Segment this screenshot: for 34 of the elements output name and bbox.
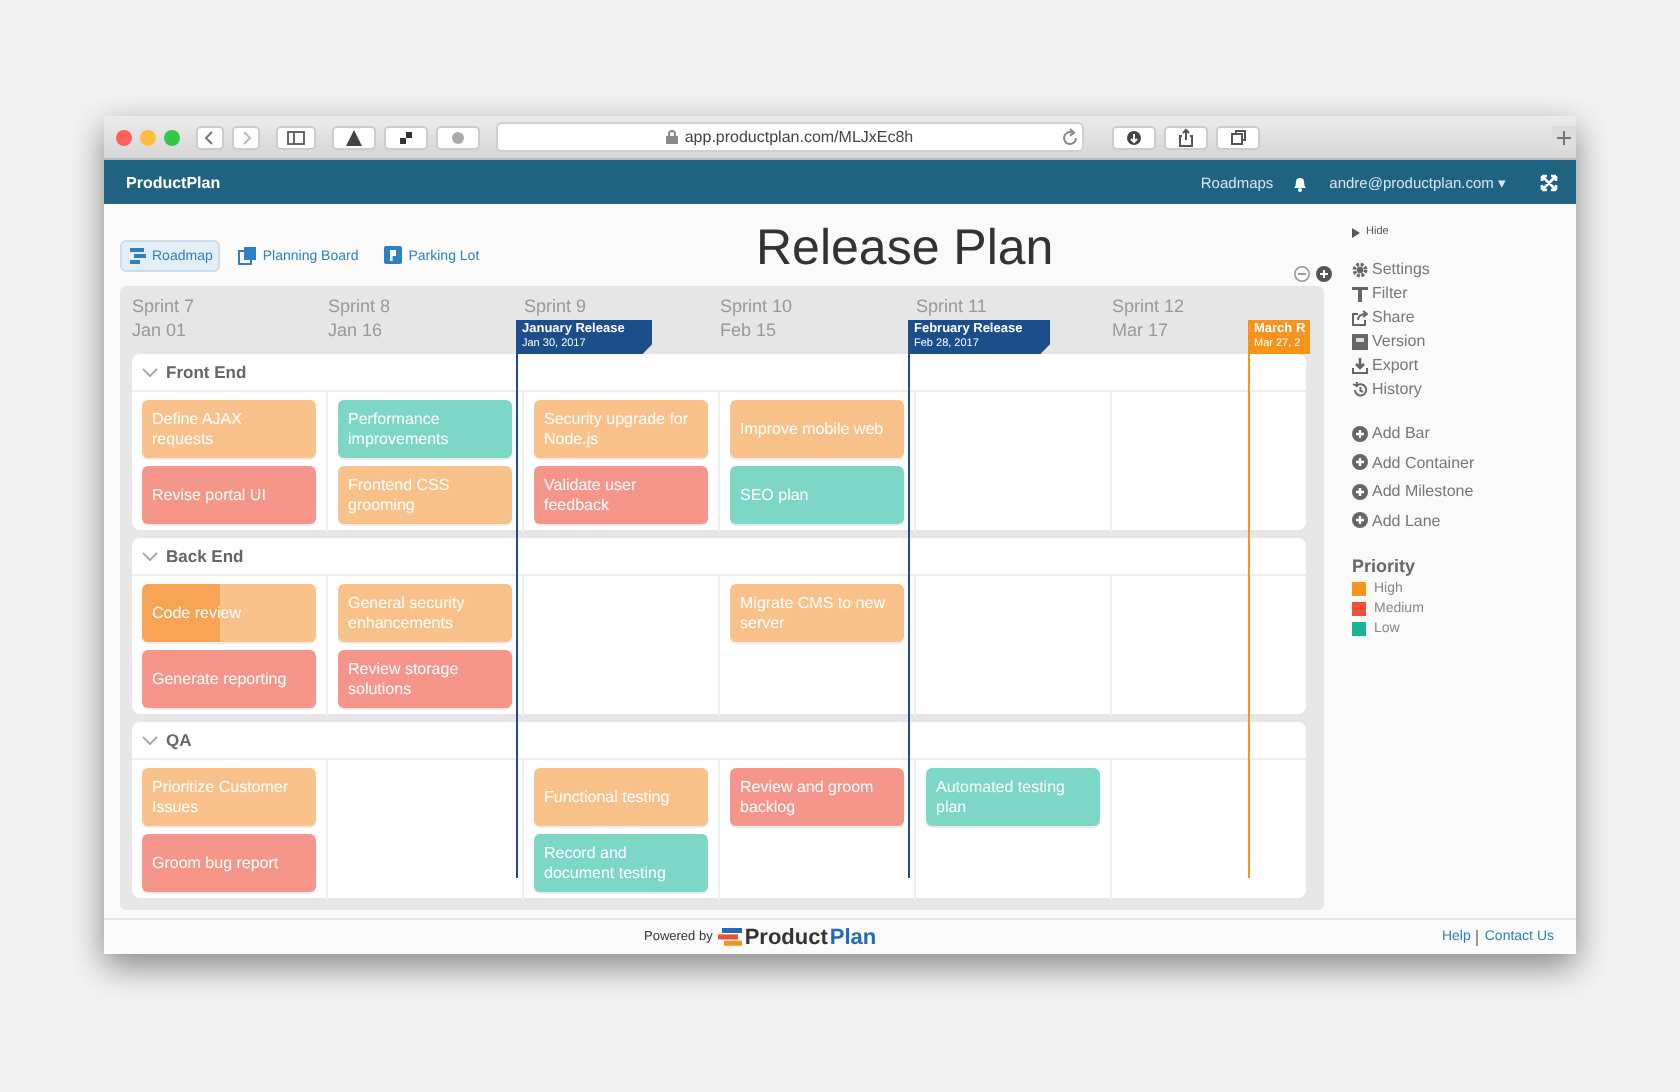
sidebar-action[interactable]: Version <box>1352 332 1576 350</box>
brand-logo[interactable]: ProductPlan <box>718 925 877 949</box>
roadmap-bar[interactable]: Groom bug report <box>142 834 316 892</box>
roadmap-bar[interactable]: Review storage solutions <box>338 650 512 708</box>
sprint-label: Sprint 10 <box>720 294 793 318</box>
roadmap-bar[interactable]: Review and groom backlog <box>730 768 904 826</box>
roadmap-bar[interactable]: Validate user feedback <box>534 466 708 524</box>
app-logo[interactable]: ProductPlan <box>126 173 221 191</box>
roadmap-bar[interactable]: Revise portal UI <box>142 466 316 524</box>
sprint-date: Feb 15 <box>720 318 777 342</box>
sidebar-action[interactable]: History <box>1352 380 1576 398</box>
sidebar-action[interactable]: Export <box>1352 356 1576 374</box>
legend-title: Priority <box>1352 555 1418 575</box>
sprint-date: Jan 16 <box>328 318 383 342</box>
sprint-label: Sprint 8 <box>328 294 391 318</box>
lane-title: Front End <box>166 362 247 382</box>
sprint-label: Sprint 12 <box>1112 294 1185 318</box>
sprint-label: Sprint 11 <box>916 294 987 318</box>
add-action[interactable]: Add Lane <box>1352 511 1576 529</box>
add-action[interactable]: Add Container <box>1352 453 1576 471</box>
sprint-label: Sprint 9 <box>524 294 587 318</box>
lane-title: QA <box>166 730 192 750</box>
roadmap-title: Release Plan <box>756 220 1054 278</box>
sidebar-action[interactable]: Share <box>1352 308 1576 326</box>
address-field[interactable]: app.productplan.com/MLJxEc8h <box>496 122 1084 152</box>
sprint-date: Jan 01 <box>132 318 187 342</box>
sidebar-action[interactable]: Settings <box>1352 260 1576 278</box>
roadmap-bar[interactable]: Generate reporting <box>142 650 316 708</box>
sprint-date: Mar 17 <box>1112 318 1169 342</box>
add-action[interactable]: Add Milestone <box>1352 482 1576 500</box>
lane-title: Back End <box>166 546 244 566</box>
sprint-label: Sprint 7 <box>132 294 195 318</box>
sidebar-action[interactable]: Filter <box>1352 284 1576 302</box>
add-action[interactable]: Add Bar <box>1352 424 1576 442</box>
